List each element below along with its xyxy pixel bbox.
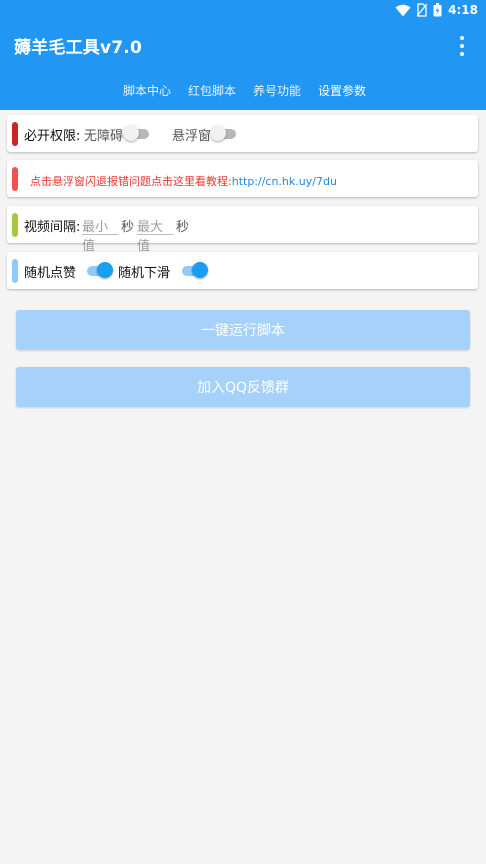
status-bar: 4:18 <box>0 0 486 22</box>
random-options-card: 随机点赞 随机下滑 <box>7 252 478 289</box>
tab-script-center[interactable]: 脚本中心 <box>123 82 171 99</box>
app-bar: 4:18 薅羊毛工具v7.0 脚本中心 红包脚本 养号功能 设置参数 <box>0 0 486 110</box>
card-accent-bar <box>12 259 18 283</box>
status-time: 4:18 <box>448 3 478 17</box>
random-swipe-label: 随机下滑 <box>118 266 171 281</box>
notice-card[interactable]: 点击悬浮窗闪退报错问题点击这里看教程:http://cn.hk.uy/7du <box>7 160 478 197</box>
app-title: 薅羊毛工具v7.0 <box>14 38 142 58</box>
video-interval-card: 视频间隔: 最小值 秒 最大值 秒 <box>7 206 478 254</box>
join-qq-group-button[interactable]: 加入QQ反馈群 <box>16 367 470 407</box>
random-swipe-switch[interactable] <box>180 262 208 278</box>
floating-window-switch[interactable] <box>210 125 238 141</box>
accessibility-label: 无障碍 <box>84 129 124 144</box>
tab-red-packet-script[interactable]: 红包脚本 <box>188 82 236 99</box>
overflow-menu-icon[interactable] <box>454 36 470 56</box>
notice-text: 点击悬浮窗闪退报错问题点击这里看教程: <box>30 175 232 188</box>
run-script-button[interactable]: 一键运行脚本 <box>16 310 470 350</box>
wifi-icon <box>395 4 411 16</box>
card-accent-bar <box>12 122 18 146</box>
card-accent-bar <box>12 213 18 237</box>
no-sim-icon <box>417 3 428 17</box>
random-like-switch[interactable] <box>85 262 113 278</box>
max-interval-input[interactable]: 最大值 <box>137 215 173 254</box>
tutorial-link[interactable]: http://cn.hk.uy/7du <box>232 175 337 188</box>
tab-settings[interactable]: 设置参数 <box>318 82 366 99</box>
max-unit-label: 秒 <box>176 220 190 235</box>
card-accent-bar <box>12 167 18 191</box>
tab-bar: 脚本中心 红包脚本 养号功能 设置参数 <box>0 72 486 110</box>
min-interval-input[interactable]: 最小值 <box>82 215 118 254</box>
permissions-label: 必开权限: <box>24 129 81 144</box>
tab-account-nurturing[interactable]: 养号功能 <box>253 82 301 99</box>
min-unit-label: 秒 <box>121 220 135 235</box>
floating-window-label: 悬浮窗 <box>172 129 212 144</box>
permissions-card: 必开权限: 无障碍 悬浮窗 <box>7 115 478 152</box>
video-interval-label: 视频间隔: <box>24 220 81 235</box>
random-like-label: 随机点赞 <box>24 266 77 281</box>
tutorial-notice[interactable]: 点击悬浮窗闪退报错问题点击这里看教程:http://cn.hk.uy/7du <box>30 173 337 189</box>
accessibility-switch[interactable] <box>123 125 151 141</box>
battery-icon <box>433 3 442 17</box>
